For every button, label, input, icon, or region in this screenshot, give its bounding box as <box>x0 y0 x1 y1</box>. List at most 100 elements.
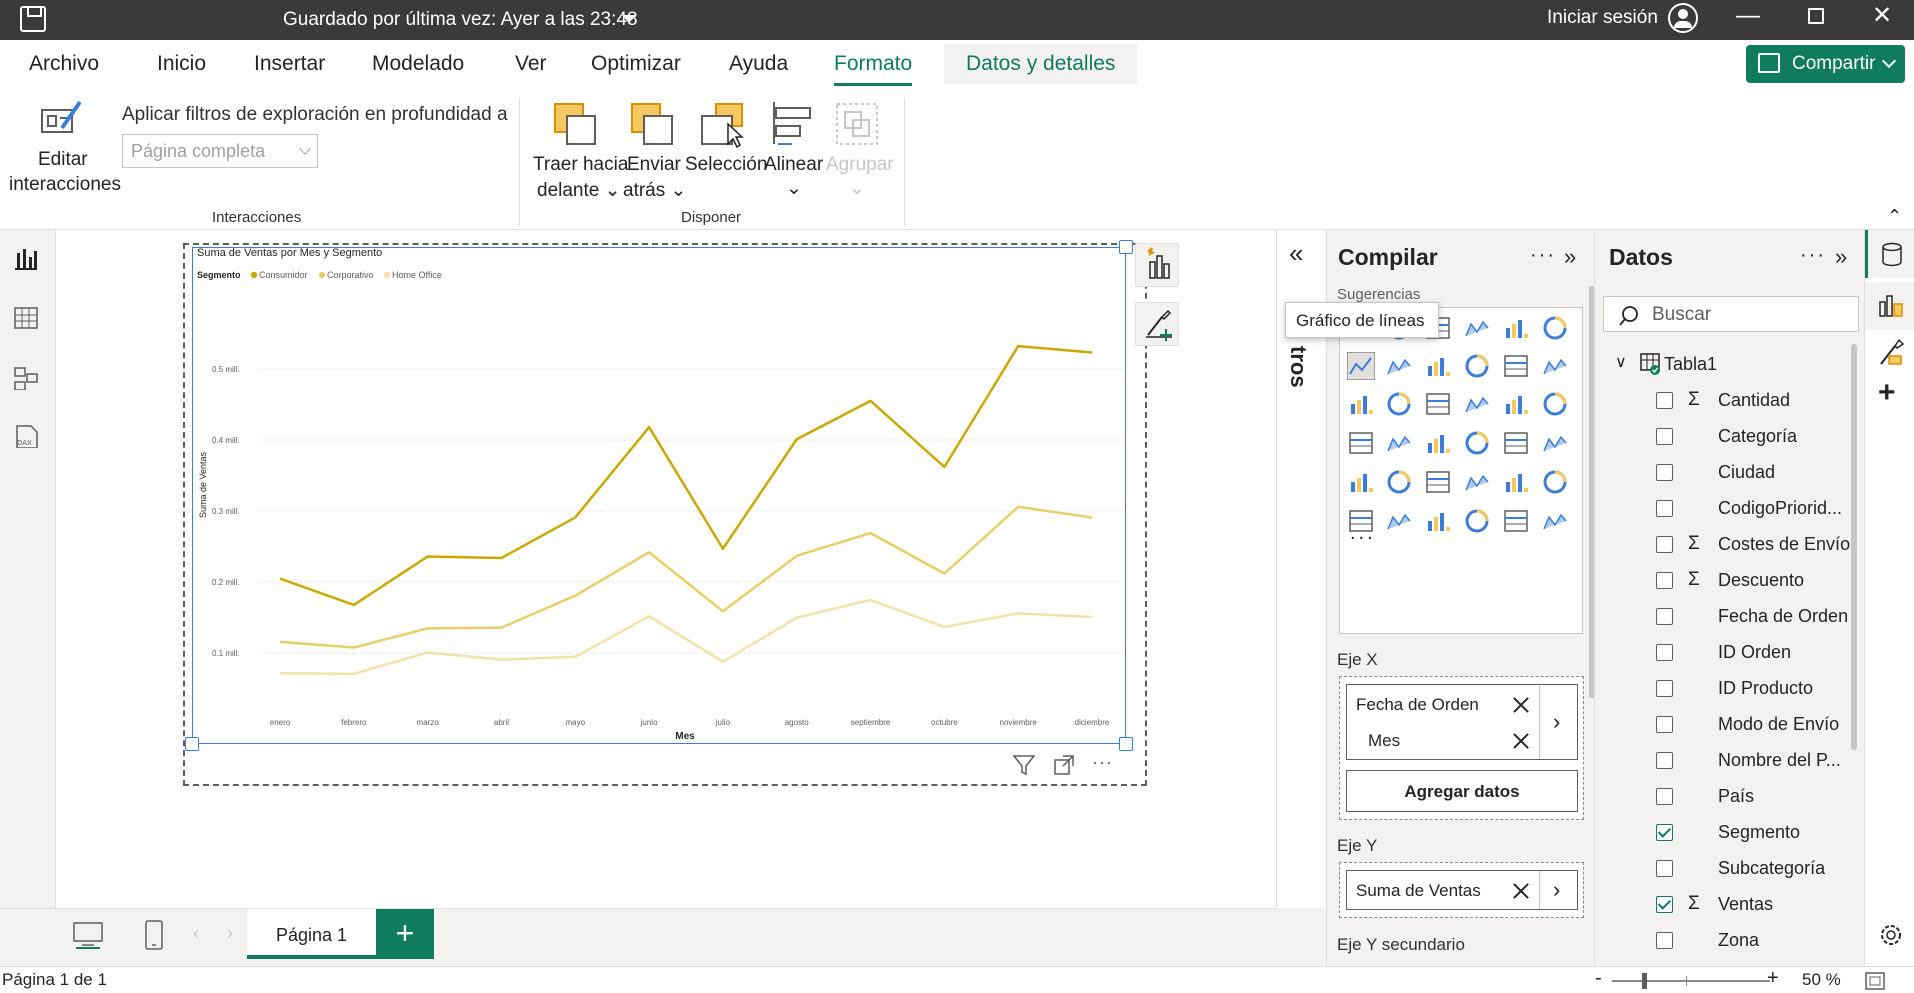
avatar-icon[interactable] <box>1668 3 1698 33</box>
field-checkbox[interactable] <box>1656 392 1673 409</box>
field-checkbox[interactable] <box>1656 824 1673 841</box>
visual-type-icon[interactable] <box>1385 507 1413 535</box>
x-axis-well[interactable]: Fecha de Orden Mes › Agregar datos <box>1339 676 1584 820</box>
field-checkbox[interactable] <box>1656 860 1673 877</box>
remove-field-icon[interactable] <box>1513 697 1529 713</box>
minimize-button[interactable]: — <box>1728 0 1768 34</box>
page-tab[interactable]: Página 1 <box>247 909 376 959</box>
visual-type-icon[interactable] <box>1463 468 1491 496</box>
visual-type-icon[interactable] <box>1502 314 1530 342</box>
mobile-layout-icon[interactable] <box>144 919 164 951</box>
field-checkbox[interactable] <box>1656 500 1673 517</box>
model-view-icon[interactable] <box>13 366 39 390</box>
visual-type-icon[interactable] <box>1541 314 1569 342</box>
add-page-button[interactable]: + <box>376 909 434 959</box>
chevron-right-icon[interactable]: › <box>1553 709 1560 735</box>
collapse-pane-icon[interactable]: » <box>1835 244 1847 270</box>
field-checkbox[interactable] <box>1656 896 1673 913</box>
chevron-right-icon[interactable]: › <box>1553 877 1560 903</box>
visual-type-icon[interactable] <box>1424 429 1452 457</box>
align-icon[interactable] <box>770 100 814 146</box>
visual-type-icon[interactable] <box>1424 352 1452 380</box>
send-backward-icon[interactable] <box>630 102 676 148</box>
field-checkbox[interactable] <box>1656 644 1673 661</box>
close-button[interactable]: ✕ <box>1862 0 1902 34</box>
visual-type-icon[interactable] <box>1502 468 1530 496</box>
zoom-out-button[interactable]: - <box>1595 967 1602 990</box>
visual-type-icon[interactable] <box>1347 429 1375 457</box>
focus-mode-icon[interactable] <box>1053 754 1075 776</box>
report-view-icon[interactable] <box>13 247 39 271</box>
resize-handle[interactable] <box>1119 240 1133 254</box>
visual-type-icon[interactable] <box>1502 429 1530 457</box>
tab-ayuda[interactable]: Ayuda <box>729 52 788 76</box>
visual-type-icon[interactable] <box>1541 468 1569 496</box>
dax-query-icon[interactable]: DAX <box>13 424 39 448</box>
field-checkbox[interactable] <box>1656 716 1673 733</box>
settings-gear-icon[interactable] <box>1876 920 1906 950</box>
field-checkbox[interactable] <box>1656 680 1673 697</box>
drill-filter-dropdown[interactable]: Página completa <box>122 134 318 168</box>
remove-field-icon[interactable] <box>1513 883 1529 899</box>
prev-page-icon[interactable]: ‹ <box>193 923 199 944</box>
zoom-slider[interactable] <box>1612 980 1770 982</box>
expand-pane-icon[interactable]: « <box>1289 238 1303 269</box>
filter-icon[interactable] <box>1012 754 1036 776</box>
tab-datos-detalles[interactable]: Datos y detalles <box>944 44 1138 84</box>
field-checkbox[interactable] <box>1656 536 1673 553</box>
format-visual-button[interactable] <box>1135 302 1179 346</box>
field-checkbox[interactable] <box>1656 752 1673 769</box>
collapse-pane-icon[interactable]: » <box>1564 244 1576 270</box>
visual-type-icon[interactable] <box>1541 390 1569 418</box>
more-options-icon[interactable]: ··· <box>1800 244 1826 267</box>
y-axis-well[interactable]: Suma de Ventas › <box>1339 862 1584 918</box>
field-checkbox[interactable] <box>1656 932 1673 949</box>
caret-down-icon[interactable] <box>622 15 636 23</box>
visual-type-icon[interactable] <box>1424 468 1452 496</box>
zoom-in-button[interactable]: + <box>1767 967 1779 990</box>
sign-in-link[interactable]: Iniciar sesión <box>1547 7 1658 29</box>
more-options-icon[interactable]: ··· <box>1530 244 1556 267</box>
save-icon[interactable] <box>20 6 46 32</box>
maximize-button[interactable] <box>1796 0 1836 34</box>
field-checkbox[interactable] <box>1656 788 1673 805</box>
bring-forward-icon[interactable] <box>553 102 599 148</box>
visual-type-icon[interactable] <box>1385 468 1413 496</box>
field-checkbox[interactable] <box>1656 572 1673 589</box>
visual-type-icon[interactable] <box>1541 507 1569 535</box>
visual-type-icon[interactable] <box>1385 429 1413 457</box>
line-chart-type-icon[interactable] <box>1347 352 1375 380</box>
visual-type-icon[interactable] <box>1347 390 1375 418</box>
field-checkbox[interactable] <box>1656 428 1673 445</box>
tab-formato[interactable]: Formato <box>834 52 913 86</box>
add-data-button[interactable]: Agregar datos <box>1346 770 1578 812</box>
tab-ver[interactable]: Ver <box>515 52 547 76</box>
tab-archivo[interactable]: Archivo <box>29 52 99 76</box>
visual-type-icon[interactable] <box>1424 390 1452 418</box>
data-pane-tab[interactable] <box>1865 230 1914 278</box>
search-input[interactable]: Buscar <box>1603 296 1859 332</box>
visual-type-icon[interactable] <box>1385 390 1413 418</box>
visual-type-icon[interactable] <box>1502 352 1530 380</box>
format-pane-icon[interactable] <box>1877 338 1905 368</box>
collapse-ribbon-icon[interactable]: ⌃ <box>1887 206 1902 227</box>
visual-type-icon[interactable] <box>1502 507 1530 535</box>
data-scrollbar[interactable] <box>1851 344 1857 750</box>
more-options-icon[interactable]: ··· <box>1092 752 1113 773</box>
field-checkbox[interactable] <box>1656 608 1673 625</box>
visual-type-icon[interactable] <box>1385 352 1413 380</box>
tab-insertar[interactable]: Insertar <box>254 52 325 76</box>
visual-type-icon[interactable] <box>1463 314 1491 342</box>
tab-inicio[interactable]: Inicio <box>157 52 206 76</box>
resize-handle[interactable] <box>185 737 199 751</box>
x-axis-field-group[interactable]: Fecha de Orden Mes › <box>1346 684 1578 760</box>
add-pane-icon[interactable]: + <box>1878 376 1896 410</box>
share-button[interactable]: Compartir <box>1746 45 1905 83</box>
smart-narrative-button[interactable] <box>1135 243 1179 287</box>
y-axis-field[interactable]: Suma de Ventas › <box>1346 870 1578 910</box>
visual-type-icon[interactable] <box>1541 352 1569 380</box>
next-page-icon[interactable]: › <box>227 923 233 944</box>
edit-interactions-icon[interactable] <box>40 98 86 142</box>
visual-type-icon[interactable] <box>1541 429 1569 457</box>
visual-type-icon[interactable] <box>1463 429 1491 457</box>
